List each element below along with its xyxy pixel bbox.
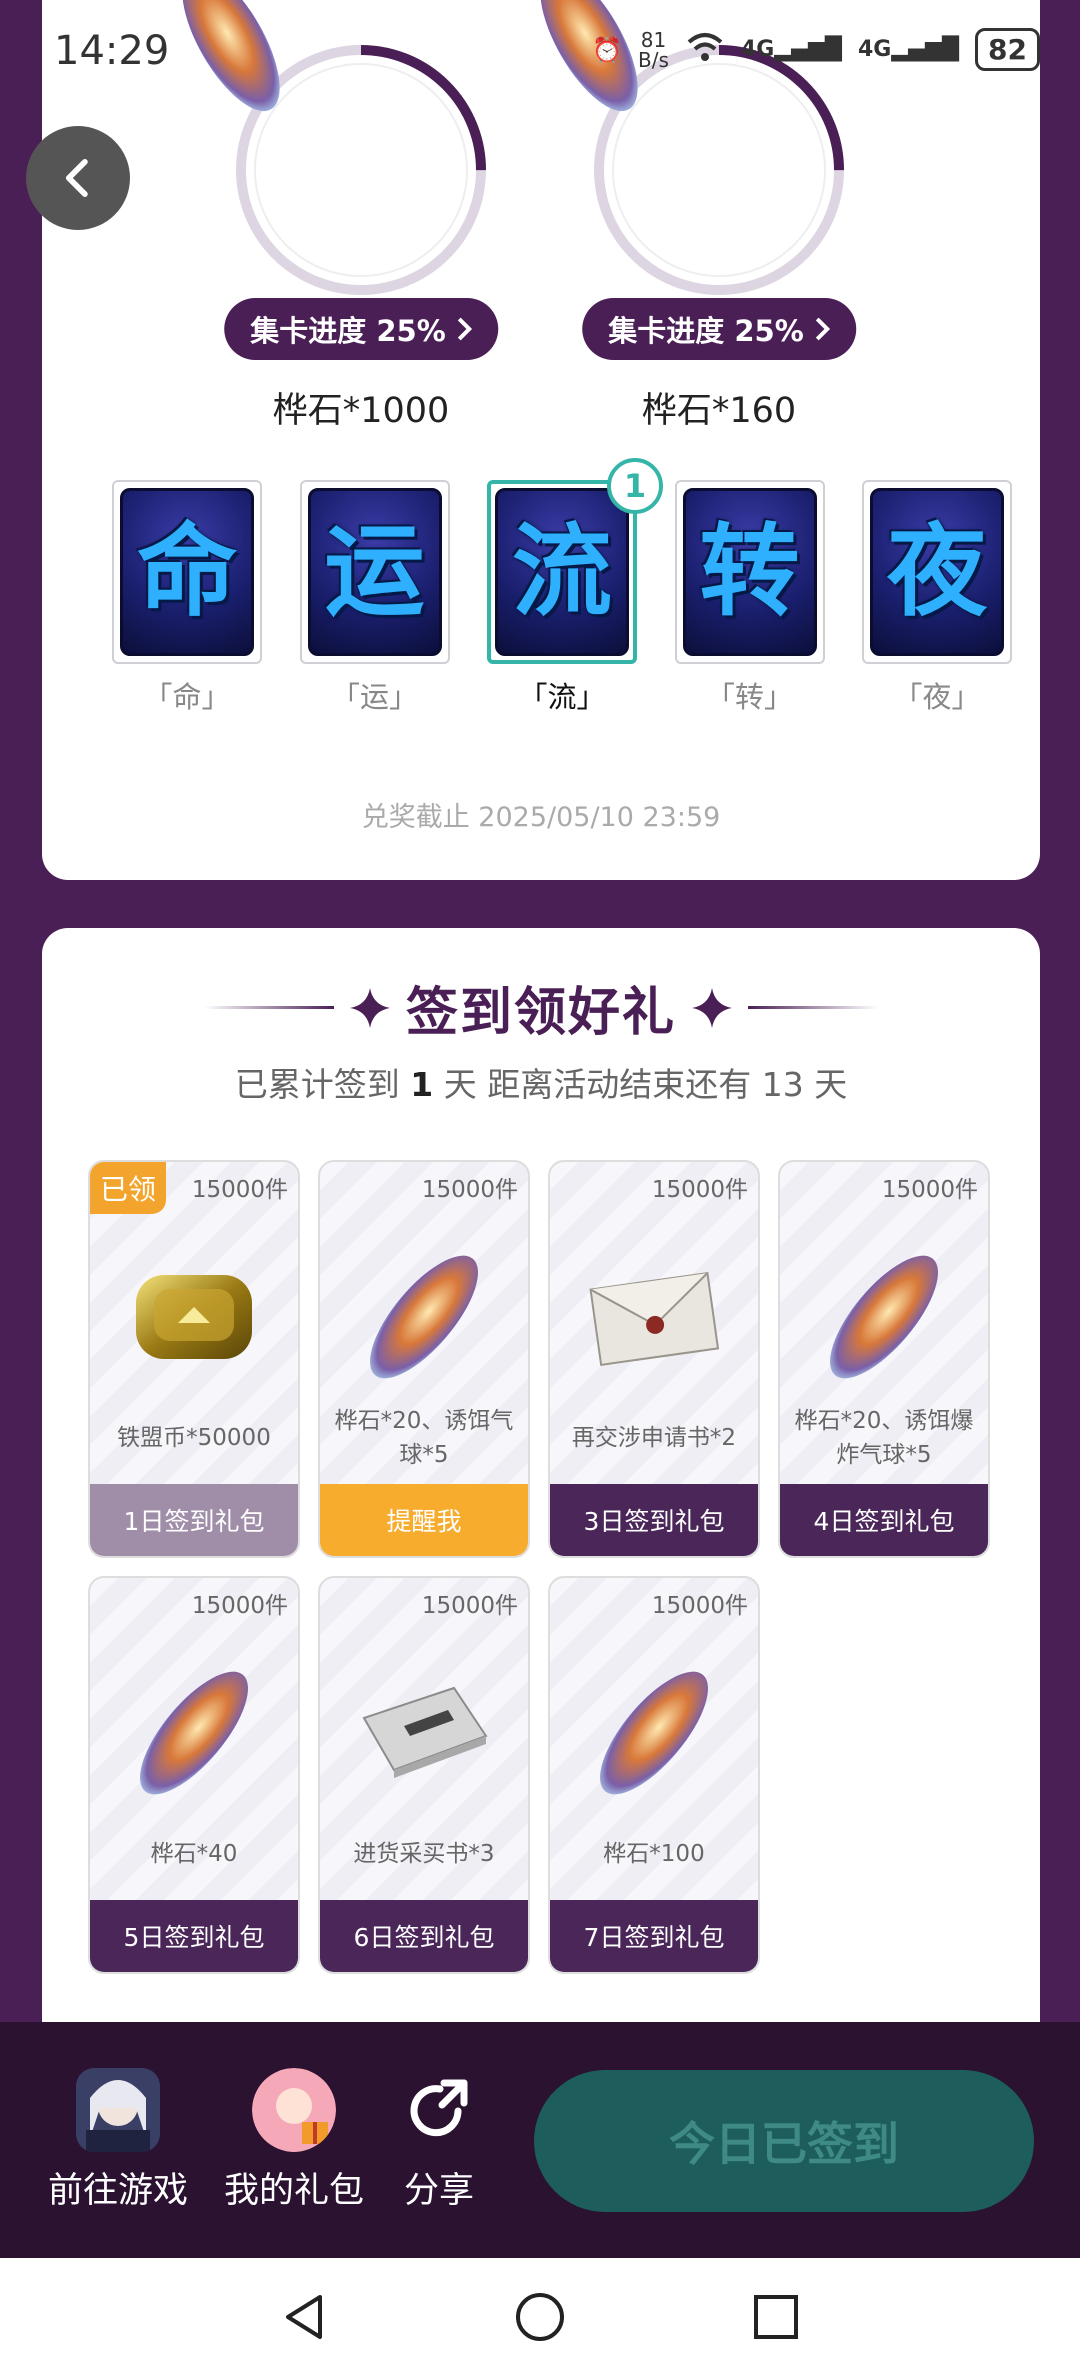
- gift-card-day1[interactable]: 已领 15000件 铁盟币*50000 1日签到礼包: [88, 1160, 300, 1558]
- sparkle-icon: [349, 987, 390, 1028]
- gift-name: 进货采买书*3: [353, 1840, 495, 1867]
- system-nav-bar: [0, 2258, 1080, 2375]
- gift-stock: 15000件: [651, 1177, 748, 1203]
- chevron-right-icon: [815, 317, 830, 341]
- divider: [203, 1006, 334, 1009]
- signal-icon-2: 4G▂▄▆█: [857, 37, 960, 62]
- gift-avatar: [252, 2068, 336, 2152]
- char-label: 「转」: [705, 680, 793, 714]
- char-card-yun[interactable]: 运 「运」: [299, 480, 450, 716]
- progress-label: 集卡进度 25%: [250, 314, 446, 348]
- share-button[interactable]: 分享: [394, 2068, 484, 2213]
- gift-button[interactable]: 6日签到礼包: [320, 1900, 528, 1972]
- char-card-liu[interactable]: 1 流 「流」: [487, 458, 663, 716]
- gift-name: 再交涉申请书*2: [571, 1424, 737, 1451]
- gem-icon: [579, 1658, 729, 1808]
- gift-stock: 15000件: [191, 1177, 288, 1203]
- sparkle-icon: [692, 987, 732, 1028]
- gem-icon: [349, 1242, 499, 1392]
- char-card-ming[interactable]: 命 「命」: [112, 480, 262, 716]
- checkin-days: 1: [410, 1065, 434, 1104]
- share-label: 分享: [403, 2171, 474, 2211]
- char-glyph: 命: [137, 513, 237, 630]
- gem-icon: [809, 1242, 959, 1392]
- card-count-badge: 1: [607, 458, 663, 514]
- char-card-ye[interactable]: 夜 「夜」: [862, 480, 1012, 716]
- status-bar: 14:29 ⏰ 81 B/s 4G▂▄▆█ 4G▂▄▆█ 82: [0, 0, 1080, 100]
- collect-progress-button[interactable]: 集卡进度 25%: [582, 298, 856, 360]
- char-label: 「夜」: [893, 680, 981, 714]
- battery-indicator: 82: [975, 28, 1040, 71]
- char-glyph: 夜: [887, 513, 987, 630]
- envelope-icon: [579, 1242, 729, 1392]
- prize-name: 桦石*160: [641, 391, 797, 431]
- gift-stock: 15000件: [421, 1593, 518, 1619]
- gift-card-day7[interactable]: 15000件 桦石*100 7日签到礼包: [548, 1576, 760, 1974]
- collection-card: 集卡进度 25% 桦石*1000 集卡进度 25% 桦石*160 命 「命」 运…: [42, 0, 1040, 880]
- claimed-tag: 已领: [90, 1162, 167, 1214]
- gift-name: 桦石*100: [603, 1840, 705, 1867]
- char-label: 「命」: [143, 680, 231, 714]
- gift-card-day3[interactable]: 15000件 再交涉申请书*2 3日签到礼包: [548, 1160, 760, 1558]
- gift-grid: 已领 15000件 铁盟币*50000 1日签到礼包 15000件 桦石*20、…: [88, 1160, 1008, 1974]
- nav-recents-icon[interactable]: [748, 2289, 804, 2345]
- redeem-deadline: 兑奖截止 2025/05/10 23:59: [361, 802, 721, 833]
- divider: [748, 1006, 878, 1009]
- gift-card-day5[interactable]: 15000件 桦石*40 5日签到礼包: [88, 1576, 300, 1974]
- checkin-title: 签到领好礼: [405, 983, 676, 1043]
- gift-button[interactable]: 3日签到礼包: [550, 1484, 758, 1556]
- gift-card-day2[interactable]: 15000件 桦石*20、诱饵气球*5 提醒我: [318, 1160, 530, 1558]
- gift-stock: 15000件: [881, 1177, 978, 1203]
- gold-coin-icon: [119, 1242, 269, 1392]
- nav-home-icon[interactable]: [512, 2289, 568, 2345]
- my-gifts-label: 我的礼包: [223, 2171, 364, 2211]
- gift-button[interactable]: 5日签到礼包: [90, 1900, 298, 1972]
- gift-card-day6[interactable]: 15000件 进货采买书*3 6日签到礼包: [318, 1576, 530, 1974]
- collect-progress-button[interactable]: 集卡进度 25%: [224, 298, 498, 360]
- gift-card-day4[interactable]: 15000件 桦石*20、诱饵爆炸气球*5 4日签到礼包: [778, 1160, 990, 1558]
- wifi-icon: [685, 30, 725, 70]
- char-label: 「运」: [330, 680, 418, 714]
- gem-icon: [119, 1658, 269, 1808]
- alarm-icon: ⏰: [592, 35, 623, 64]
- prize-name: 桦石*1000: [272, 391, 450, 431]
- gift-stock: 15000件: [191, 1593, 288, 1619]
- char-card-zhuan[interactable]: 转 「转」: [674, 480, 825, 716]
- character-cards-row: 命 「命」 运 「运」 1 流 「流」 转 「转」 夜 「夜」: [112, 458, 1012, 716]
- book-icon: [349, 1658, 499, 1808]
- gift-stock: 15000件: [421, 1177, 518, 1203]
- gift-button[interactable]: 1日签到礼包: [90, 1484, 298, 1556]
- checkin-summary: 已累计签到 1 天 距离活动结束还有 13 天: [234, 1065, 848, 1104]
- nav-back-icon[interactable]: [276, 2289, 332, 2345]
- status-icons: ⏰ 81 B/s 4G▂▄▆█ 4G▂▄▆█ 82: [592, 28, 1040, 71]
- net-speed: 81 B/s: [638, 27, 669, 72]
- checkin-card: 签到领好礼 已累计签到 1 天 距离活动结束还有 13 天 已领 15000件 …: [42, 928, 1040, 2028]
- my-gifts-button[interactable]: 我的礼包: [222, 2068, 366, 2213]
- gift-name: 桦石*20、诱饵爆炸气球*5: [794, 1407, 974, 1469]
- gift-name: 桦石*40: [150, 1840, 238, 1867]
- bottom-action-bar: 前往游戏 我的礼包 分享 今日已签到: [0, 2022, 1080, 2258]
- status-time: 14:29: [54, 28, 170, 74]
- char-glyph: 流: [512, 513, 612, 630]
- go-to-game-button[interactable]: 前往游戏: [46, 2068, 190, 2213]
- chevron-left-icon: [65, 159, 88, 197]
- checked-in-today-button[interactable]: 今日已签到: [534, 2070, 1034, 2212]
- gift-button[interactable]: 4日签到礼包: [780, 1484, 988, 1556]
- go-to-game-label: 前往游戏: [47, 2171, 188, 2211]
- gift-stock: 15000件: [651, 1593, 748, 1619]
- gift-name: 铁盟币*50000: [117, 1424, 271, 1451]
- progress-label: 集卡进度 25%: [608, 314, 804, 348]
- gift-name: 桦石*20、诱饵气球*5: [334, 1407, 514, 1469]
- checkin-title-row: 签到领好礼: [42, 970, 1040, 1045]
- back-button[interactable]: [26, 126, 130, 230]
- chevron-right-icon: [457, 317, 472, 341]
- remind-me-button[interactable]: 提醒我: [320, 1484, 528, 1556]
- char-label: 「流」: [518, 680, 606, 714]
- gift-button[interactable]: 7日签到礼包: [550, 1900, 758, 1972]
- share-icon: [410, 2079, 468, 2137]
- char-glyph: 运: [324, 513, 425, 630]
- signal-icon: 4G▂▄▆█: [740, 37, 842, 62]
- game-avatar: [76, 2068, 160, 2152]
- char-glyph: 转: [699, 513, 800, 630]
